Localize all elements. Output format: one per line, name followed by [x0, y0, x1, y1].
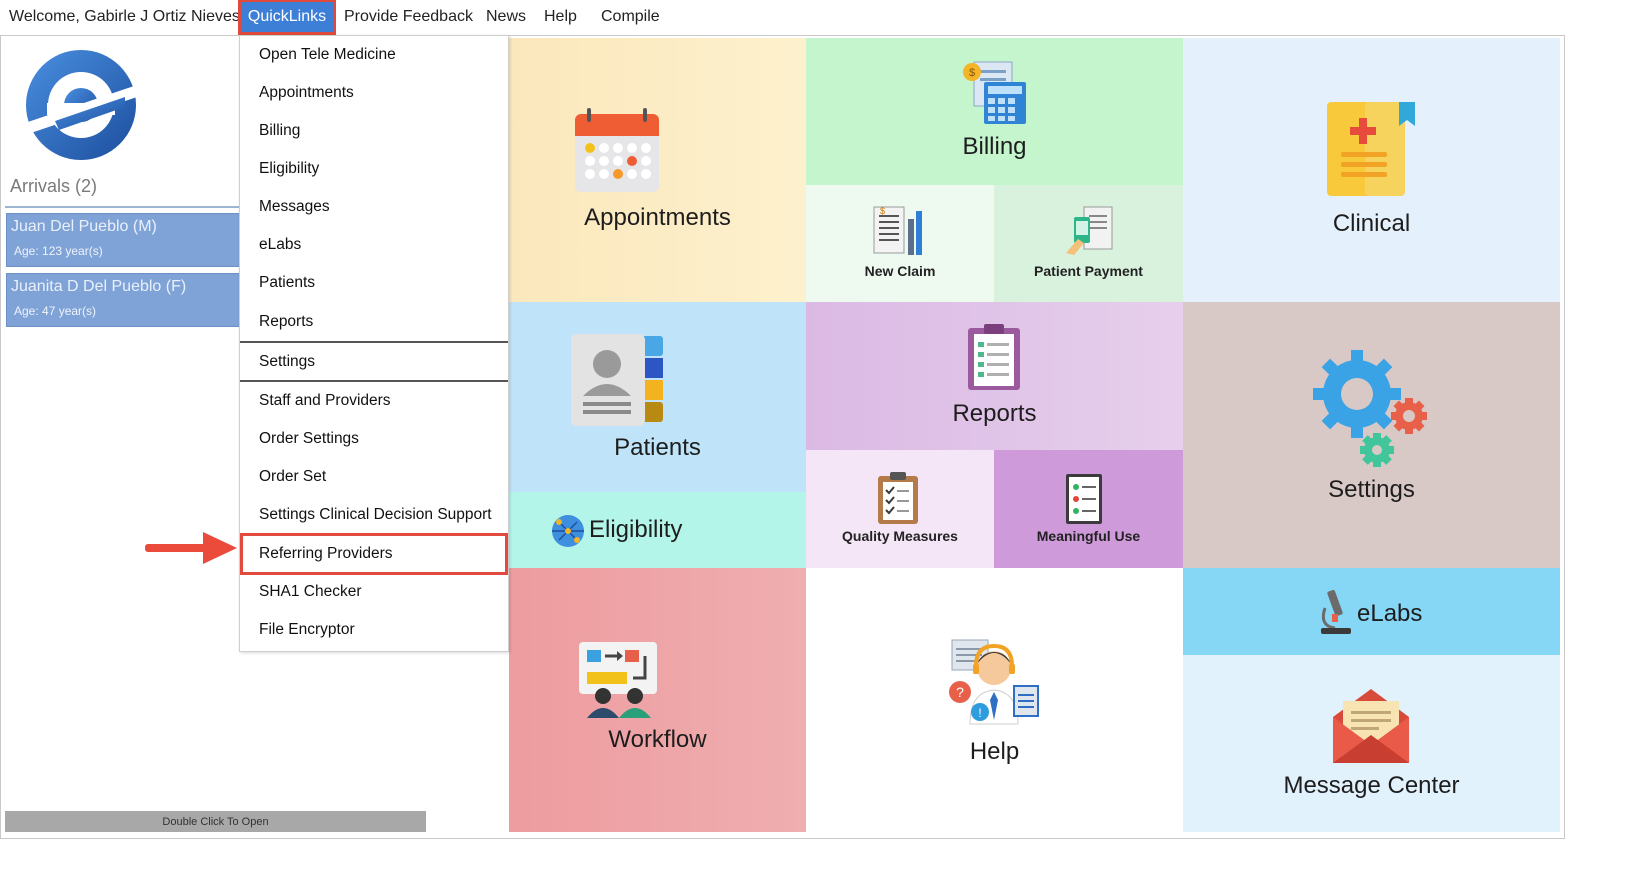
tile-label: Eligibility: [589, 516, 683, 543]
checklist-icon: [1066, 474, 1102, 524]
tile-label: Patient Payment: [1034, 263, 1143, 279]
tile-eligibility[interactable]: Eligibility: [509, 492, 806, 568]
patient-name: Juanita D Del Pueblo (F): [11, 278, 187, 295]
globe-icon: [552, 515, 584, 547]
welcome-text: Welcome, Gabirle J Ortiz Nieves: [9, 8, 240, 25]
tile-clinical[interactable]: Clinical: [1183, 38, 1560, 302]
workflow-icon: [579, 642, 657, 718]
tile-label: Message Center: [1283, 772, 1460, 799]
svg-text:$: $: [969, 67, 975, 79]
microscope-icon: [1321, 589, 1351, 634]
menu-item-open-tele-medicine[interactable]: Open Tele Medicine: [240, 36, 508, 73]
clinical-icon: [1327, 102, 1415, 196]
claim-icon: $: [873, 206, 922, 255]
menu-item-settings-clinical-decision-support[interactable]: Settings Clinical Decision Support: [240, 496, 508, 533]
tile-patient-payment[interactable]: Patient Payment: [994, 185, 1183, 302]
annotation-arrow-icon: [145, 532, 237, 564]
menu-item-sha1-checker[interactable]: SHA1 Checker: [240, 573, 508, 610]
tile-elabs[interactable]: eLabs: [1183, 568, 1560, 655]
menu-item-referring-providers[interactable]: Referring Providers: [240, 533, 508, 575]
billing-icon: $: [963, 61, 1026, 124]
menu-provide-feedback[interactable]: Provide Feedback: [344, 0, 473, 34]
menu-item-order-settings[interactable]: Order Settings: [240, 420, 508, 457]
support-agent-icon: ? !: [949, 639, 1039, 725]
tile-label: Workflow: [608, 726, 707, 753]
arrival-patient-card[interactable]: Juanita D Del Pueblo (F) Age: 47 year(s): [6, 273, 240, 327]
menu-item-appointments[interactable]: Appointments: [240, 74, 508, 111]
arrivals-divider: [5, 206, 239, 208]
tile-meaningful-use[interactable]: Meaningful Use: [994, 450, 1183, 568]
menu-item-reports[interactable]: Reports: [240, 303, 508, 340]
patient-age: Age: 123 year(s): [14, 244, 103, 258]
arrival-patient-card[interactable]: Juan Del Pueblo (M) Age: 123 year(s): [6, 213, 240, 267]
patients-icon: [571, 334, 663, 426]
tile-message-center[interactable]: Message Center: [1183, 655, 1560, 832]
tile-label: Settings: [1328, 476, 1415, 503]
menu-item-staff-and-providers[interactable]: Staff and Providers: [240, 382, 508, 419]
tile-appointments[interactable]: Appointments: [509, 38, 806, 302]
svg-text:?: ?: [956, 684, 964, 700]
svg-text:!: !: [978, 706, 981, 720]
tile-workflow[interactable]: Workflow: [509, 568, 806, 832]
clipboard-check-icon: [878, 472, 918, 524]
patient-name: Juan Del Pueblo (M): [11, 218, 157, 235]
menu-item-eligibility[interactable]: Eligibility: [240, 150, 508, 187]
tile-label: Appointments: [584, 204, 731, 231]
menu-news[interactable]: News: [486, 0, 526, 34]
tile-quality-measures[interactable]: Quality Measures: [806, 450, 994, 568]
tile-label: Clinical: [1332, 210, 1411, 237]
menu-compile[interactable]: Compile: [601, 0, 660, 34]
tile-label: Help: [969, 738, 1020, 765]
tile-settings[interactable]: Settings: [1183, 302, 1560, 568]
menu-item-messages[interactable]: Messages: [240, 188, 508, 225]
tile-label: Quality Measures: [842, 528, 958, 544]
tile-label: Patients: [614, 434, 701, 461]
svg-text:$: $: [880, 206, 885, 216]
tile-help[interactable]: ? ! Help: [806, 568, 1183, 832]
calendar-icon: [575, 108, 659, 192]
tile-label: eLabs: [1357, 600, 1423, 627]
tile-billing[interactable]: $ Billing: [806, 38, 1183, 185]
arrivals-title: Arrivals (2): [10, 176, 98, 196]
tile-patients[interactable]: Patients: [509, 302, 806, 492]
menu-item-order-set[interactable]: Order Set: [240, 458, 508, 495]
reports-icon: [968, 324, 1020, 390]
menu-item-elabs[interactable]: eLabs: [240, 226, 508, 263]
tile-label: Reports: [952, 400, 1037, 427]
menu-item-settings[interactable]: Settings: [240, 343, 508, 380]
patient-age: Age: 47 year(s): [14, 304, 97, 318]
app-logo: [25, 50, 137, 160]
tile-reports[interactable]: Reports: [806, 302, 1183, 450]
menu-quicklinks[interactable]: QuickLinks: [238, 0, 336, 35]
gears-icon: [1313, 350, 1427, 467]
double-click-hint: Double Click To Open: [5, 811, 426, 832]
menu-help[interactable]: Help: [544, 0, 577, 34]
tile-new-claim[interactable]: $ New Claim: [806, 185, 994, 302]
envelope-icon: [1333, 689, 1409, 763]
quicklinks-dropdown-menu: Open Tele Medicine Appointments Billing …: [239, 35, 509, 652]
menu-item-file-encryptor[interactable]: File Encryptor: [240, 611, 508, 648]
menu-item-billing[interactable]: Billing: [240, 112, 508, 149]
tile-label: Billing: [962, 133, 1027, 160]
menu-bar: Welcome, Gabirle J Ortiz Nieves QuickLin…: [0, 0, 1641, 35]
payment-icon: [1066, 206, 1113, 255]
tile-label: New Claim: [864, 263, 936, 279]
menu-item-patients[interactable]: Patients: [240, 264, 508, 301]
tile-label: Meaningful Use: [1036, 528, 1141, 544]
